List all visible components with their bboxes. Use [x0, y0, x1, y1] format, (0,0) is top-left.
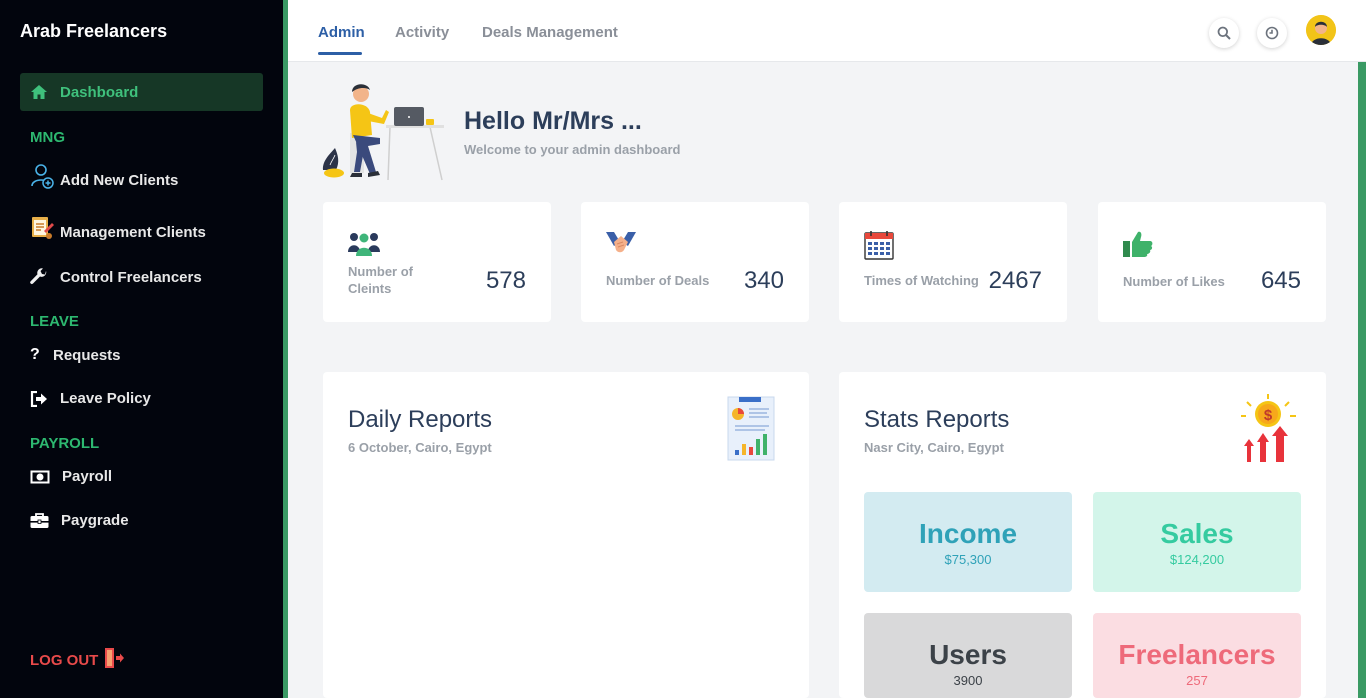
freelancers-value: 257 [1186, 673, 1208, 688]
scrollbar[interactable] [1358, 62, 1366, 698]
stat-card-deals: Number of Deals 340 [581, 202, 809, 322]
stat-value: 2467 [988, 267, 1042, 294]
sidebar-item-label: Paygrade [61, 512, 129, 529]
sidebar-item-label: Payroll [62, 468, 113, 485]
wrench-icon [30, 268, 54, 286]
sidebar-item-label: Requests [53, 346, 121, 364]
users-group-icon [348, 230, 380, 261]
sidebar-item-label: Leave Policy [60, 390, 151, 407]
clipboard-icon [30, 215, 54, 241]
logout-button[interactable]: LOG OUT [30, 647, 125, 669]
sidebar-item-management-clients[interactable]: Management Clients [30, 214, 206, 241]
search-icon [1217, 26, 1231, 40]
freelancers-stat-box: Freelancers 257 [1093, 613, 1301, 698]
stat-value: 578 [485, 267, 526, 294]
sidebar-item-leave-policy[interactable]: Leave Policy [30, 390, 151, 407]
sidebar-item-add-new-clients[interactable]: Add New Clients [30, 164, 178, 190]
section-leave: LEAVE [30, 313, 79, 330]
stat-card-clients: Number of Cleints 578 [323, 202, 551, 322]
users-title: Users [929, 639, 1007, 670]
search-button[interactable] [1209, 18, 1239, 48]
sidebar: Arab Freelancers Dashboard MNG Add New C… [0, 0, 283, 698]
sidebar-item-label: Add New Clients [60, 171, 179, 189]
welcome-illustration [320, 80, 445, 182]
income-stat-box: Income $75,300 [864, 492, 1072, 592]
add-user-icon [30, 164, 54, 190]
income-title: Income [918, 518, 1018, 549]
exit-door-icon [104, 647, 125, 669]
history-button[interactable] [1257, 18, 1287, 48]
stat-value: 645 [1260, 267, 1301, 294]
growth-coin-icon: $ [1239, 394, 1299, 469]
tab-admin[interactable]: Admin [318, 24, 365, 41]
welcome-title: Hello Mr/Mrs ... [464, 107, 642, 135]
section-payroll: PAYROLL [30, 435, 100, 452]
sales-title: Sales [1160, 518, 1234, 549]
sidebar-item-payroll[interactable]: Payroll [30, 468, 112, 485]
sidebar-item-label: Management Clients [60, 224, 206, 241]
sidebar-edge-accent [283, 0, 288, 698]
home-icon [30, 84, 50, 100]
sidebar-item-dashboard[interactable]: Dashboard [20, 73, 263, 111]
daily-reports-panel: Daily Reports 6 October, Cairo, Egypt [323, 372, 809, 698]
stat-label: Number of Deals [606, 273, 710, 288]
stat-card-watching: Times of Watching 2467 [839, 202, 1067, 322]
sales-stat-box: Sales $124,200 [1093, 492, 1301, 592]
sign-out-icon [30, 390, 54, 407]
tab-deals-management[interactable]: Deals Management [482, 24, 618, 41]
brand-title: Arab Freelancers [20, 21, 168, 41]
daily-reports-subtitle: 6 October, Cairo, Egypt [348, 440, 492, 455]
calendar-icon [864, 230, 894, 265]
stat-label: Number of Likes [1123, 274, 1225, 289]
stat-label-line2: Cleints [348, 281, 392, 296]
top-navbar: Admin Activity Deals Management [288, 0, 1366, 62]
sidebar-item-label: Control Freelancers [60, 268, 202, 286]
handshake-icon [606, 230, 636, 261]
income-value: $75,300 [944, 552, 992, 567]
stats-reports-subtitle: Nasr City, Cairo, Egypt [864, 440, 1004, 455]
stat-value: 340 [743, 267, 784, 294]
briefcase-icon [30, 512, 56, 529]
section-mng: MNG [30, 129, 65, 146]
sidebar-item-label: Dashboard [60, 83, 139, 101]
daily-reports-title: Daily Reports [348, 406, 493, 433]
welcome-subtitle: Welcome to your admin dashboard [464, 142, 681, 157]
money-icon [30, 470, 56, 484]
stat-card-likes: Number of Likes 645 [1098, 202, 1326, 322]
stats-reports-title: Stats Reports [864, 406, 1010, 433]
report-document-icon [727, 396, 777, 467]
sidebar-item-requests[interactable]: ? Requests [30, 346, 121, 364]
stat-label: Number of Cleints [348, 263, 413, 297]
users-stat-box: Users 3900 [864, 613, 1072, 698]
users-value: 3900 [953, 673, 983, 688]
freelancers-title: Freelancers [1118, 639, 1276, 670]
sales-value: $124,200 [1169, 552, 1225, 567]
sidebar-item-control-freelancers[interactable]: Control Freelancers [30, 268, 202, 286]
stat-label: Times of Watching [864, 273, 979, 288]
tab-activity[interactable]: Activity [395, 24, 449, 41]
sidebar-item-paygrade[interactable]: Paygrade [30, 512, 129, 529]
active-tab-indicator [318, 52, 362, 55]
clock-icon [1265, 26, 1279, 40]
logout-label: LOG OUT [30, 652, 99, 669]
stats-reports-panel: Stats Reports Nasr City, Cairo, Egypt $ … [839, 372, 1326, 698]
question-icon: ? [30, 346, 40, 363]
thumbs-up-icon [1123, 230, 1153, 263]
stat-label-line1: Number of [348, 264, 413, 279]
svg-text:$: $ [1264, 407, 1273, 424]
user-avatar[interactable] [1306, 15, 1336, 45]
